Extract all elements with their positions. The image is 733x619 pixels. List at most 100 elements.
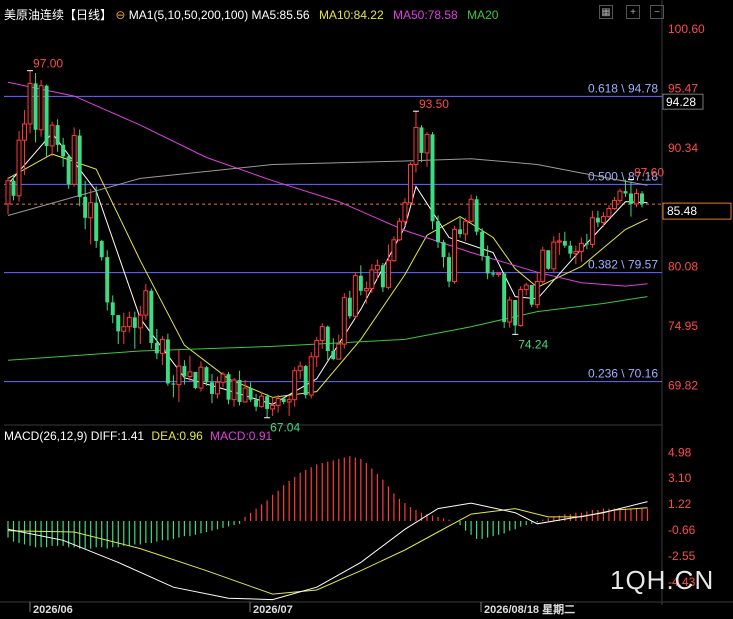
candle-body bbox=[452, 228, 458, 283]
macd-params: MACD(26,12,9) bbox=[4, 429, 88, 443]
candle-body bbox=[265, 396, 270, 409]
price-tick-label: 74.95 bbox=[668, 319, 698, 333]
candle-body bbox=[259, 395, 265, 408]
candle-body bbox=[331, 351, 336, 360]
ma10-value: MA10:84.22 bbox=[318, 8, 384, 22]
crosshair-price-label: 94.28 bbox=[666, 95, 696, 109]
candle-body bbox=[551, 241, 557, 270]
candle-body bbox=[220, 373, 226, 383]
candle-body bbox=[369, 269, 375, 289]
high-price-label: 87.60 bbox=[634, 166, 664, 180]
candle-body bbox=[430, 134, 435, 222]
candle-body bbox=[143, 290, 149, 316]
candle-body bbox=[281, 398, 286, 402]
macd-tick-label: -0.66 bbox=[668, 523, 696, 537]
candle-body bbox=[88, 202, 94, 219]
candle-body bbox=[204, 367, 209, 383]
date-label: 2026/07 bbox=[253, 604, 293, 616]
current-price-label: 85.48 bbox=[667, 204, 697, 218]
candle-body bbox=[584, 243, 589, 245]
macd-header: MACD(26,12,9) DIFF:1.41 DEA:0.96 MACD:0.… bbox=[4, 429, 272, 443]
candle-body bbox=[187, 371, 193, 378]
candle-body bbox=[198, 366, 204, 389]
high-price-label: 97.00 bbox=[33, 57, 63, 71]
ma5-value: MA5:85.56 bbox=[251, 8, 310, 22]
low-price-label: 74.24 bbox=[518, 337, 548, 351]
candle-body bbox=[540, 249, 546, 283]
candle-body bbox=[71, 135, 77, 185]
candle-body bbox=[458, 229, 463, 235]
macd-tick-label: -2.55 bbox=[668, 549, 696, 563]
candle-body bbox=[94, 202, 99, 241]
candle-body bbox=[126, 316, 132, 328]
candle-body bbox=[254, 399, 259, 407]
candle-body bbox=[447, 257, 452, 282]
candle-body bbox=[325, 326, 330, 352]
candle-body bbox=[556, 240, 562, 243]
candle-body bbox=[529, 284, 534, 305]
crosshair-toggle-icon[interactable]: ▦ bbox=[599, 5, 613, 19]
candle-body bbox=[363, 287, 369, 292]
candle-body bbox=[480, 231, 485, 257]
candle-body bbox=[628, 193, 633, 204]
period-label[interactable]: 【日线】 bbox=[64, 8, 112, 22]
ma50-value: MA50:78.58 bbox=[393, 8, 458, 22]
candle-body bbox=[297, 365, 303, 372]
candle-body bbox=[336, 343, 342, 360]
candle-body bbox=[231, 379, 237, 401]
candlestick-chart[interactable]: 100.6095.4790.3485.2180.0874.9569.820.61… bbox=[0, 0, 733, 619]
candle-body bbox=[617, 190, 623, 201]
watermark: 1QH.CN bbox=[610, 565, 715, 595]
macd-tick-label: 4.98 bbox=[668, 445, 692, 459]
price-tick-label: 100.60 bbox=[668, 22, 705, 36]
candle-body bbox=[314, 340, 320, 358]
zoom-in-icon[interactable]: + bbox=[626, 5, 640, 19]
candle-body bbox=[568, 245, 573, 254]
candle-body bbox=[407, 163, 413, 204]
price-tick-label: 80.08 bbox=[668, 260, 698, 274]
candle-body bbox=[121, 326, 127, 332]
candle-body bbox=[589, 217, 595, 245]
candle-body bbox=[270, 404, 276, 410]
candle-body bbox=[171, 383, 176, 385]
symbol-name[interactable]: 美原油连续 bbox=[4, 8, 64, 22]
candle-body bbox=[11, 180, 16, 196]
candle-body bbox=[248, 388, 253, 400]
candle-body bbox=[137, 314, 143, 329]
candle-body bbox=[611, 199, 617, 210]
candle-body bbox=[27, 82, 33, 125]
candle-body bbox=[396, 220, 402, 241]
fib-level-label: 0.618 \ 94.78 bbox=[588, 81, 658, 95]
candle-body bbox=[149, 290, 154, 343]
date-label: 2026/08/18 星期二 bbox=[484, 602, 575, 616]
candle-body bbox=[319, 326, 325, 342]
candle-body bbox=[463, 220, 469, 235]
ma20-label: MA20 bbox=[467, 8, 499, 22]
zoom-out-icon[interactable]: − bbox=[650, 5, 664, 19]
candle-body bbox=[159, 338, 165, 354]
candle-body bbox=[441, 242, 446, 258]
candle-body bbox=[562, 240, 567, 246]
settings-icon[interactable]: ⊖ bbox=[115, 8, 125, 22]
candle-body bbox=[44, 85, 49, 146]
candle-body bbox=[419, 127, 424, 153]
candle-body bbox=[523, 284, 529, 291]
candle-body bbox=[606, 208, 612, 218]
candle-body bbox=[286, 399, 292, 403]
ma-line-ma200 bbox=[7, 158, 648, 216]
candle-body bbox=[154, 342, 159, 354]
candle-body bbox=[358, 275, 363, 291]
candle-body bbox=[402, 202, 408, 222]
candle-body bbox=[640, 193, 644, 204]
candle-body bbox=[391, 239, 397, 262]
candle-body bbox=[215, 381, 220, 395]
candle-body bbox=[38, 85, 44, 131]
fib-level-label: 0.236 \ 70.16 bbox=[588, 367, 658, 381]
macd-value: MACD:0.91 bbox=[210, 429, 273, 443]
candle-body bbox=[546, 250, 551, 269]
candle-body bbox=[385, 260, 391, 288]
candle-body bbox=[226, 374, 231, 400]
chart-header: 美原油连续【日线】 ⊖ MA1(5,10,50,200,100) MA5:85.… bbox=[4, 6, 498, 23]
candle-body bbox=[485, 256, 490, 274]
candle-body bbox=[237, 379, 242, 402]
